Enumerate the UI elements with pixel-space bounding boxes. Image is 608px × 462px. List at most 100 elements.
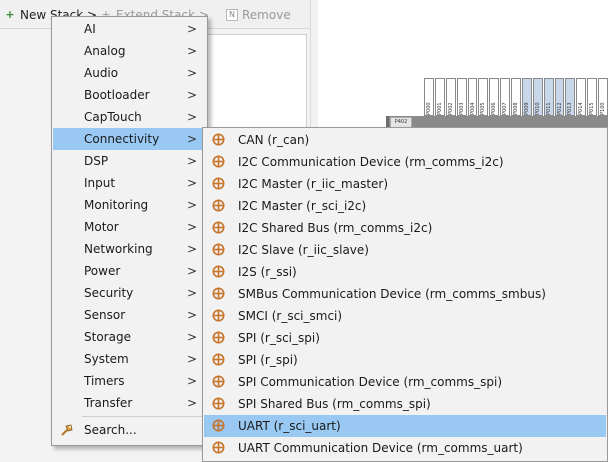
menu-item-networking[interactable]: Networking >	[53, 238, 206, 260]
component-item-label: SPI Shared Bus (rm_comms_spi)	[238, 397, 431, 411]
pin[interactable]: P009	[521, 78, 532, 116]
pin[interactable]: P004	[467, 78, 478, 116]
component-item-uart-communication-device-rm-comms-uart[interactable]: UART Communication Device (rm_comms_uart…	[204, 437, 606, 459]
menu-item-label: Sensor	[84, 308, 126, 322]
pin[interactable]: P013	[565, 78, 576, 116]
component-item-i2c-master-r-sci-i2c[interactable]: I2C Master (r_sci_i2c)	[204, 195, 606, 217]
pin[interactable]: P001	[434, 78, 445, 116]
pin[interactable]: P014	[576, 78, 587, 116]
component-item-smbus-communication-device-rm-comms-smbus[interactable]: SMBus Communication Device (rm_comms_smb…	[204, 283, 606, 305]
menu-item-motor[interactable]: Motor >	[53, 216, 206, 238]
component-item-label: I2C Slave (r_iic_slave)	[238, 243, 369, 257]
component-item-label: SMBus Communication Device (rm_comms_smb…	[238, 287, 546, 301]
component-icon	[212, 221, 225, 234]
pin[interactable]: P100	[598, 78, 608, 116]
menu-item-monitoring[interactable]: Monitoring >	[53, 194, 206, 216]
component-item-label: SPI Communication Device (rm_comms_spi)	[238, 375, 503, 389]
menu-item-power[interactable]: Power >	[53, 260, 206, 282]
pin-label: P004	[469, 102, 476, 115]
menu-item-security[interactable]: Security >	[53, 282, 206, 304]
menu-item-input[interactable]: Input >	[53, 172, 206, 194]
chevron-right-icon: >	[186, 110, 197, 124]
chevron-right-icon: >	[186, 396, 197, 410]
component-item-spi-shared-bus-rm-comms-spi[interactable]: SPI Shared Bus (rm_comms_spi)	[204, 393, 606, 415]
pin[interactable]: P008	[511, 78, 521, 116]
pin[interactable]: P000	[424, 78, 434, 116]
pin[interactable]: P012	[554, 78, 565, 116]
component-item-label: I2C Communication Device (rm_comms_i2c)	[238, 155, 504, 169]
pin[interactable]: P003	[456, 78, 467, 116]
chevron-right-icon: >	[186, 374, 197, 388]
menu-item-label: Power	[84, 264, 121, 278]
menu-item-connectivity[interactable]: Connectivity >	[53, 128, 206, 150]
component-item-label: UART Communication Device (rm_comms_uart…	[238, 441, 523, 455]
chevron-right-icon: >	[186, 220, 197, 234]
menu-item-sensor[interactable]: Sensor >	[53, 304, 206, 326]
pin-label: P015	[589, 102, 596, 115]
component-icon	[212, 287, 225, 300]
menu-item-analog[interactable]: Analog >	[53, 40, 206, 62]
component-item-spi-communication-device-rm-comms-spi[interactable]: SPI Communication Device (rm_comms_spi)	[204, 371, 606, 393]
menu-item-label: System	[84, 352, 129, 366]
menu-item-label: Bootloader	[84, 88, 150, 102]
connectivity-submenu: CAN (r_can) I2C Communication Device (rm_…	[202, 127, 608, 462]
pin-label: P009	[523, 102, 530, 115]
component-item-uart-r-sci-uart[interactable]: UART (r_sci_uart)	[204, 415, 606, 437]
menu-item-label: Connectivity	[84, 132, 160, 146]
remove-button[interactable]: N Remove	[226, 5, 291, 25]
pin[interactable]: P010	[532, 78, 543, 116]
chevron-right-icon: >	[186, 22, 197, 36]
component-item-spi-r-spi[interactable]: SPI (r_spi)	[204, 349, 606, 371]
menu-item-label: Monitoring	[84, 198, 149, 212]
component-item-spi-r-sci-spi[interactable]: SPI (r_sci_spi)	[204, 327, 606, 349]
component-icon	[212, 155, 225, 168]
menu-item-bootloader[interactable]: Bootloader >	[53, 84, 206, 106]
component-item-label: SPI (r_sci_spi)	[238, 331, 320, 345]
chevron-right-icon: >	[186, 44, 197, 58]
menu-item-storage[interactable]: Storage >	[53, 326, 206, 348]
component-item-i2s-r-ssi[interactable]: I2S (r_ssi)	[204, 261, 606, 283]
component-item-i2c-communication-device-rm-comms-i2c[interactable]: I2C Communication Device (rm_comms_i2c)	[204, 151, 606, 173]
chevron-right-icon: >	[186, 154, 197, 168]
component-item-label: UART (r_sci_uart)	[238, 419, 341, 433]
pin-label: P010	[534, 102, 541, 115]
component-item-i2c-shared-bus-rm-comms-i2c[interactable]: I2C Shared Bus (rm_comms_i2c)	[204, 217, 606, 239]
pin-label: P005	[480, 102, 487, 115]
pin-label: P003	[458, 102, 465, 115]
remove-label: Remove	[242, 8, 291, 22]
chevron-right-icon: >	[186, 330, 197, 344]
pin-label: P008	[513, 102, 519, 115]
pin[interactable]: P005	[478, 78, 489, 116]
menu-item-label: AI	[84, 22, 96, 36]
pin-label: P000	[426, 102, 432, 115]
chevron-right-icon: >	[186, 242, 197, 256]
component-item-label: I2C Master (r_sci_i2c)	[238, 199, 367, 213]
search-label: Search...	[84, 423, 137, 437]
component-item-label: SMCI (r_sci_smci)	[238, 309, 343, 323]
component-icon	[212, 199, 225, 212]
component-item-smci-r-sci-smci[interactable]: SMCI (r_sci_smci)	[204, 305, 606, 327]
menu-item-audio[interactable]: Audio >	[53, 62, 206, 84]
menu-item-label: DSP	[84, 154, 109, 168]
pin[interactable]: P011	[543, 78, 554, 116]
menu-item-captouch[interactable]: CapTouch >	[53, 106, 206, 128]
pin[interactable]: P007	[500, 78, 510, 116]
chevron-right-icon: >	[186, 132, 197, 146]
component-icon	[212, 243, 225, 256]
pin-label: P006	[491, 102, 498, 115]
menu-item-label: Storage	[84, 330, 131, 344]
component-item-i2c-slave-r-iic-slave[interactable]: I2C Slave (r_iic_slave)	[204, 239, 606, 261]
component-item-can-r-can[interactable]: CAN (r_can)	[204, 129, 606, 151]
menu-item-ai[interactable]: AI >	[53, 18, 206, 40]
menu-item-transfer[interactable]: Transfer >	[53, 392, 206, 414]
component-item-i2c-master-r-iic-master[interactable]: I2C Master (r_iic_master)	[204, 173, 606, 195]
pin[interactable]: P002	[445, 78, 456, 116]
menu-item-timers[interactable]: Timers >	[53, 370, 206, 392]
pin[interactable]: P006	[489, 78, 500, 116]
menu-item-system[interactable]: System >	[53, 348, 206, 370]
menu-item-dsp[interactable]: DSP >	[53, 150, 206, 172]
menu-item-search[interactable]: Search...	[53, 419, 206, 441]
remove-icon: N	[226, 9, 238, 21]
pin[interactable]: P015	[587, 78, 597, 116]
search-icon	[61, 424, 73, 436]
